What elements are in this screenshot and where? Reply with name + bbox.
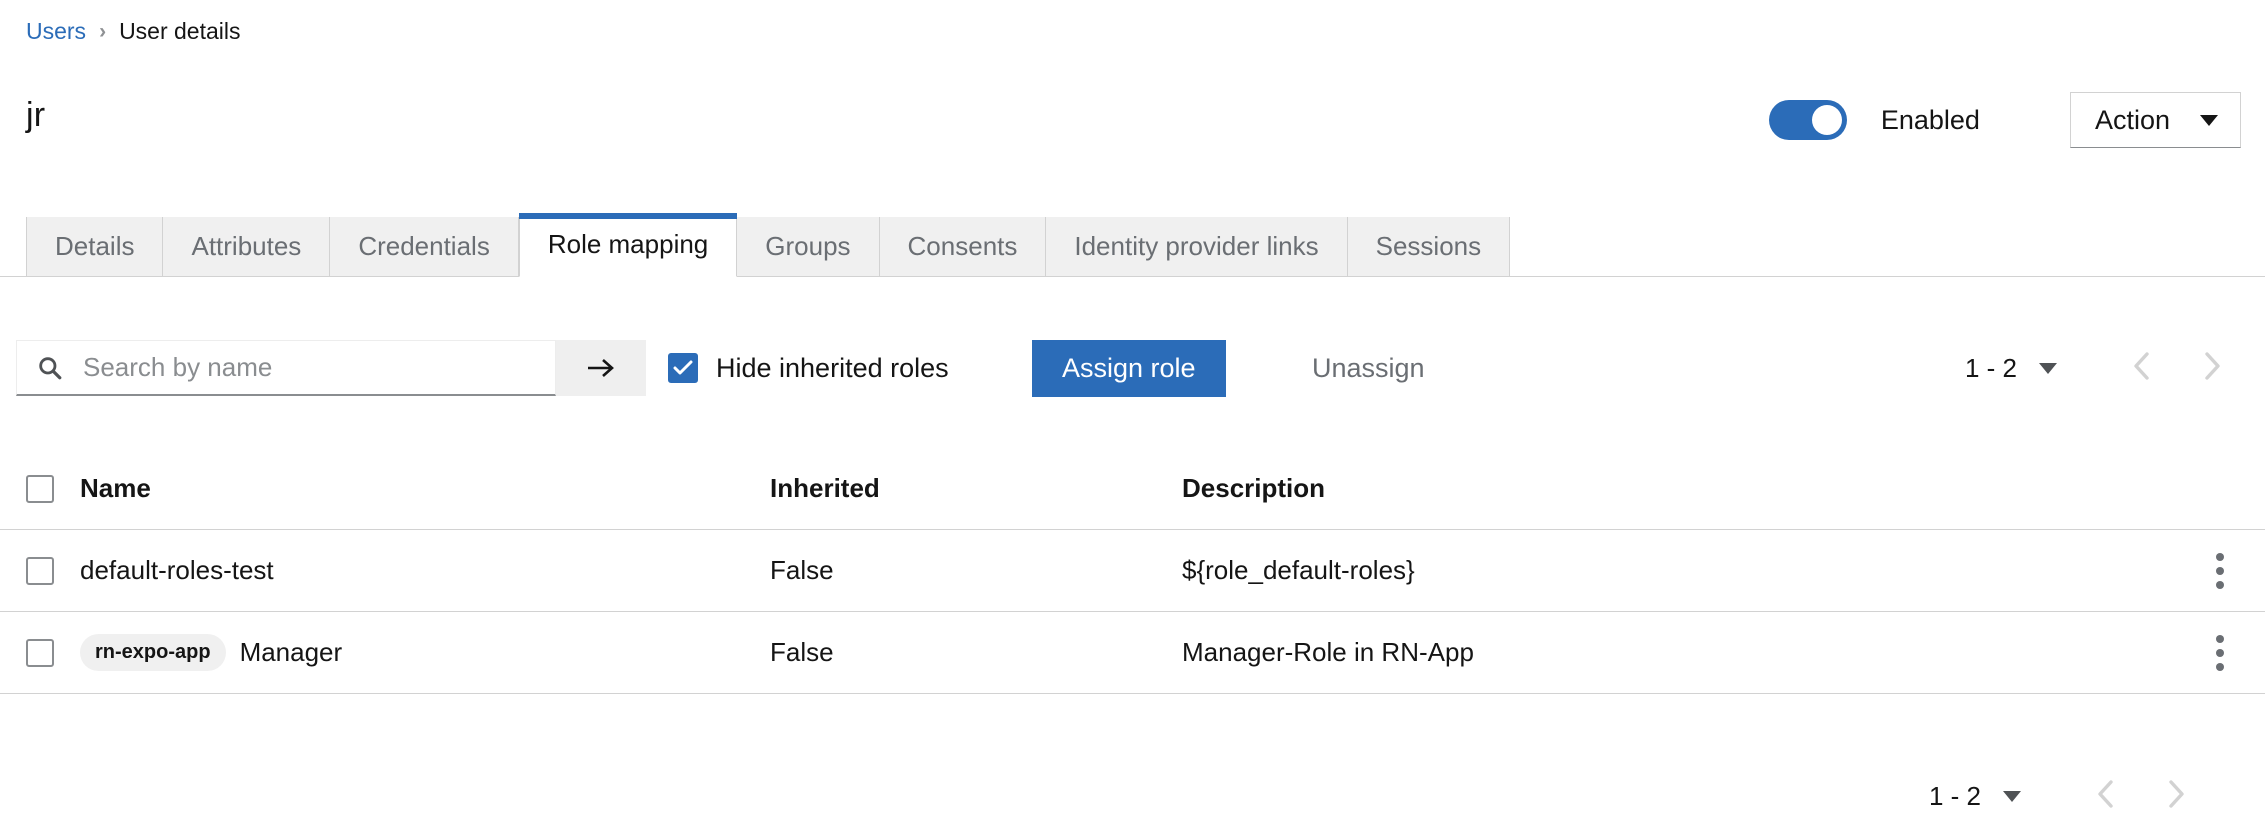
cell-inherited: False — [770, 555, 834, 585]
page-title: jr — [26, 96, 46, 134]
pagination-next-button[interactable] — [2145, 772, 2207, 821]
breadcrumb-users-link[interactable]: Users — [26, 18, 86, 45]
hide-inherited-roles-checkbox[interactable]: Hide inherited roles — [668, 340, 949, 396]
tab-label: Role mapping — [547, 229, 709, 259]
tab-label: Credentials — [358, 231, 490, 261]
tab-label: Groups — [765, 231, 851, 261]
search-submit-button[interactable] — [556, 340, 646, 396]
assign-role-button[interactable]: Assign role — [1032, 340, 1226, 397]
pagination-top: 1 - 2 — [1965, 340, 2243, 396]
role-name: default-roles-test — [80, 555, 274, 585]
row-actions-kebab-icon[interactable] — [2185, 552, 2255, 589]
table-row: default-roles-test False ${role_default-… — [0, 530, 2265, 612]
pagination-prev-button[interactable] — [2075, 772, 2137, 821]
header-controls: Enabled Action — [1768, 92, 2241, 148]
check-icon — [673, 360, 693, 375]
row-actions-kebab-icon[interactable] — [2185, 634, 2255, 671]
tab-label: Attributes — [191, 231, 302, 261]
enabled-toggle[interactable] — [1768, 100, 1847, 140]
pagination-prev-button[interactable] — [2111, 344, 2173, 393]
tab-identity-provider-links[interactable]: Identity provider links — [1046, 217, 1348, 277]
row-checkbox[interactable] — [26, 556, 54, 585]
breadcrumb: Users › User details — [26, 18, 241, 45]
column-header-name: Name — [80, 473, 151, 503]
pagination-dropdown-caret-icon[interactable] — [2003, 791, 2021, 802]
role-mapping-table: Name Inherited Description default-roles… — [0, 448, 2265, 694]
unassign-button[interactable]: Unassign — [1290, 340, 1447, 397]
tab-label: Details — [55, 231, 135, 261]
toggle-knob — [1811, 105, 1842, 135]
tab-attributes[interactable]: Attributes — [163, 217, 331, 277]
tab-sessions[interactable]: Sessions — [1347, 217, 1511, 277]
chevron-left-icon — [2134, 351, 2149, 380]
pagination-bottom: 1 - 2 — [1929, 772, 2207, 821]
row-checkbox[interactable] — [26, 638, 54, 667]
tab-role-mapping[interactable]: Role mapping — [518, 213, 738, 277]
user-details-page: Users › User details jr Enabled Action D… — [0, 0, 2265, 839]
tab-bar: Details Attributes Credentials Role mapp… — [26, 213, 1511, 277]
pagination-range: 1 - 2 — [1928, 781, 1981, 811]
table-row: rn-expo-app Manager False Manager-Role i… — [0, 612, 2265, 694]
checkbox-checked-icon — [668, 353, 698, 383]
role-mapping-toolbar: Hide inherited roles Assign role Unassig… — [0, 292, 2265, 412]
action-dropdown-button[interactable]: Action — [2069, 92, 2241, 148]
cell-inherited: False — [770, 637, 834, 667]
select-all-cell — [26, 474, 80, 503]
hide-inherited-roles-label: Hide inherited roles — [716, 352, 949, 383]
enabled-toggle-label: Enabled — [1880, 104, 1980, 135]
chevron-left-icon — [2098, 780, 2113, 808]
tab-consents[interactable]: Consents — [879, 217, 1047, 277]
cell-description: Manager-Role in RN-App — [1182, 637, 1474, 667]
breadcrumb-current: User details — [119, 18, 241, 44]
chevron-down-icon — [2200, 114, 2218, 126]
role-name: Manager — [239, 637, 343, 667]
tab-label: Consents — [907, 231, 1018, 261]
table-header-row: Name Inherited Description — [0, 448, 2265, 530]
client-badge: rn-expo-app — [80, 634, 226, 671]
cell-name: rn-expo-app Manager — [80, 634, 770, 671]
tab-groups[interactable]: Groups — [737, 217, 880, 277]
arrow-right-icon — [588, 359, 614, 377]
tab-credentials[interactable]: Credentials — [330, 217, 519, 277]
cell-description: ${role_default-roles} — [1182, 555, 1415, 585]
tab-label: Sessions — [1375, 231, 1482, 261]
tab-details[interactable]: Details — [26, 217, 164, 277]
search-input[interactable] — [81, 351, 511, 384]
pagination-next-button[interactable] — [2181, 344, 2243, 393]
tab-label: Identity provider links — [1074, 231, 1319, 261]
column-header-inherited: Inherited — [770, 473, 880, 503]
search-box[interactable] — [16, 340, 556, 396]
search-group — [16, 340, 646, 396]
cell-name: default-roles-test — [80, 555, 770, 586]
action-dropdown-label: Action — [2094, 104, 2170, 135]
chevron-right-icon — [2169, 780, 2184, 808]
row-select-cell — [26, 556, 80, 585]
chevron-right-icon: › — [99, 19, 107, 43]
row-select-cell — [26, 638, 80, 667]
select-all-checkbox[interactable] — [26, 474, 54, 503]
pagination-dropdown-caret-icon[interactable] — [2039, 362, 2057, 374]
pagination-range: 1 - 2 — [1964, 352, 2017, 383]
chevron-right-icon — [2205, 351, 2220, 380]
search-icon — [39, 356, 62, 379]
column-header-description: Description — [1182, 473, 1326, 503]
